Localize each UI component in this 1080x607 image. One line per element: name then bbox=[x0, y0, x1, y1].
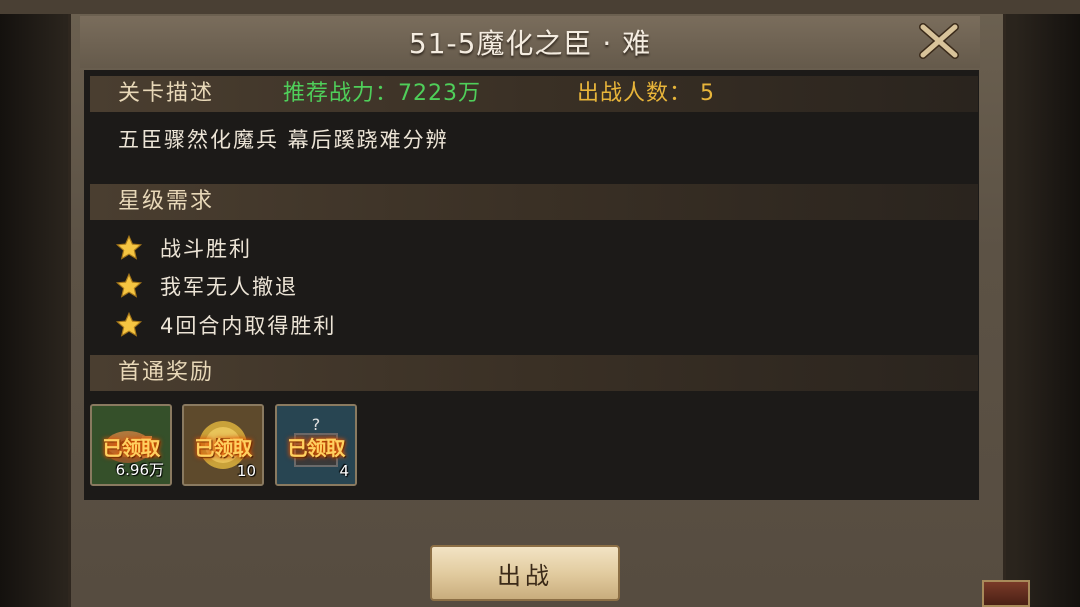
star-requirement-item: 战斗胜利 bbox=[115, 233, 252, 263]
stage-description-label: 关卡描述 bbox=[118, 81, 215, 106]
first-clear-rewards-header bbox=[90, 355, 978, 391]
reward-item-mystery-chest[interactable]: ? 已领取 4 bbox=[275, 404, 357, 486]
reward-claimed-label: 已领取 bbox=[287, 436, 346, 460]
star-requirement-item: 我军无人撤退 bbox=[115, 271, 298, 301]
stage-description-header bbox=[90, 76, 978, 112]
chest-icon[interactable] bbox=[982, 580, 1030, 607]
star-requirement-label: 我军无人撤退 bbox=[160, 275, 298, 299]
reward-item-copper-coins[interactable]: 已领取 6.96万 bbox=[90, 404, 172, 486]
reward-count: 10 bbox=[236, 462, 256, 480]
star-icon bbox=[115, 234, 143, 260]
star-requirements-header bbox=[90, 184, 978, 220]
stage-title: 51-5魔化之臣 · 难 bbox=[408, 27, 652, 60]
stage-description-text: 五臣骤然化魔兵 幕后蹊跷难分辨 bbox=[118, 128, 449, 152]
top-strip bbox=[0, 0, 1080, 14]
reward-claimed-label: 已领取 bbox=[102, 436, 161, 460]
reward-claimed-label: 已领取 bbox=[194, 436, 253, 460]
star-requirement-label: 战斗胜利 bbox=[160, 237, 252, 261]
first-clear-rewards-label: 首通奖励 bbox=[118, 360, 215, 385]
reward-count: 6.96万 bbox=[115, 461, 164, 479]
star-icon bbox=[115, 272, 143, 298]
battle-button[interactable]: 出战 bbox=[430, 545, 620, 601]
troop-count: 出战人数： 5 bbox=[577, 81, 715, 106]
star-requirement-item: 4回合内取得胜利 bbox=[115, 310, 336, 340]
reward-count: 4 bbox=[339, 462, 349, 480]
star-icon bbox=[115, 311, 143, 337]
star-requirements-label: 星级需求 bbox=[118, 189, 215, 214]
reward-item-gold-coin[interactable]: 已领取 10 bbox=[182, 404, 264, 486]
recommended-power: 推荐战力：7223万 bbox=[283, 81, 481, 106]
close-button[interactable] bbox=[918, 22, 960, 60]
close-icon bbox=[919, 23, 959, 59]
star-requirement-label: 4回合内取得胜利 bbox=[160, 314, 337, 338]
